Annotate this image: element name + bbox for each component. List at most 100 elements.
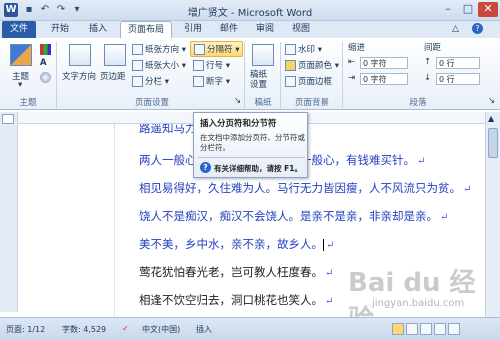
status-mode[interactable]: 插入 [196,324,212,335]
help-icon[interactable]: ? [472,23,483,34]
line-numbers-button[interactable]: 行号 ▾ [193,59,230,71]
status-words[interactable]: 字数: 4,529 [62,324,106,335]
tab-review[interactable]: 审阅 [250,21,280,38]
doc-line-4[interactable]: 饶人不是痴汉，痴汉不会饶人。是亲不是亲，非亲却是亲。 ↵ [139,208,448,224]
watermark-button[interactable]: 水印 ▾ [285,43,322,55]
spacing-after-input[interactable]: 0 行 [436,73,480,85]
group-label-paragraph: 段落 [409,98,427,108]
size-button[interactable]: 纸张大小 ▾ [132,59,186,71]
text-direction-icon [69,44,91,66]
window-title: 增广贤文 - Microsoft Word [187,8,313,19]
status-page[interactable]: 页面: 1/12 [6,324,45,335]
margins-icon [104,44,126,66]
ribbon-tabs: 文件 开始 插入 页面布局 引用 邮件 审阅 视图 △ ? [0,21,500,38]
tooltip-help: 有关详细帮助，请按 F1。 [214,164,302,173]
group-label-page-setup: 页面设置 [134,98,169,108]
columns-icon [132,76,143,87]
group-label-page-background: 页面背景 [294,98,329,108]
theme-effects-icon[interactable] [40,72,51,83]
vertical-ruler[interactable] [0,112,18,312]
draft-settings-button[interactable]: 稿纸设置 [248,42,278,92]
theme-fonts-icon[interactable]: A [40,58,47,68]
theme-colors-icon[interactable] [40,44,51,55]
doc-line-5[interactable]: 美不美，乡中水，亲不亲，故乡人。 ↵ [139,236,334,252]
paragraph-launcher-icon[interactable]: ↘ [488,96,495,106]
tooltip-title: 插入分页符和分节符 [200,119,277,129]
tab-insert[interactable]: 插入 [82,21,114,38]
spacing-before-input[interactable]: 0 行 [436,57,480,69]
indent-right-input[interactable]: 0 字符 [360,73,408,85]
tab-view[interactable]: 视图 [286,21,316,38]
draft-settings-label: 稿纸设置 [250,70,268,90]
tab-mailings[interactable]: 邮件 [214,21,244,38]
minimize-button[interactable]: – [438,2,458,17]
web-layout-view-icon[interactable] [420,323,432,335]
spacing-before-icon: ↑ [424,57,432,67]
page-color-label: 页面颜色 [298,61,333,71]
indent-left-input[interactable]: 0 字符 [360,57,408,69]
tab-page-layout[interactable]: 页面布局 [120,21,172,38]
indent-right-icon: ⇥ [348,73,356,83]
breaks-tooltip: 插入分页符和分节符 在文档中添加分页符、分节符或分栏符。 ? 有关详细帮助，请按… [193,112,308,178]
indent-left-icon: ⇤ [348,57,356,67]
theme-button[interactable]: 主题 ▾ [4,42,38,92]
group-label-theme: 主题 [19,98,37,108]
tab-references[interactable]: 引用 [178,21,208,38]
line-numbers-label: 行号 [206,61,224,71]
status-bar: 页面: 1/12 字数: 4,529 ✓ 中文(中国) 插入 [0,317,500,340]
draft-view-icon[interactable] [448,323,460,335]
outline-view-icon[interactable] [434,323,446,335]
hyphenation-icon [193,76,204,87]
spacing-after-icon: ↓ [424,73,432,83]
doc-line-7[interactable]: 相逢不饮空归去，洞口桃花也笑人。 ↵ [139,292,333,308]
title-bar: W ▪ ↶ ↷ ▾ 增广贤文 - Microsoft Word – □ ✕ [0,0,500,21]
line-numbers-icon [193,60,204,71]
breaks-button[interactable]: 分隔符 ▾ [190,41,244,57]
page-color-icon [285,60,296,71]
hyphenation-button[interactable]: 断字 ▾ [193,75,230,87]
scroll-up-icon[interactable]: ▲ [488,114,494,123]
size-icon [132,60,143,71]
help-icon: ? [200,162,211,173]
tab-selector[interactable] [2,114,14,124]
close-button[interactable]: ✕ [478,2,498,17]
hyphenation-label: 断字 [206,77,224,87]
orientation-label: 纸张方向 [145,45,180,55]
tab-home[interactable]: 开始 [44,21,76,38]
theme-icon [10,44,32,66]
group-label-draft: 稿纸 [254,98,272,108]
text-cursor [323,239,324,251]
tooltip-divider [198,157,305,158]
page-borders-label: 页面边框 [298,77,333,87]
doc-line-3[interactable]: 相见易得好，久住难为人。马行无力皆因瘦，人不风流只为贫。 ↵ [139,180,471,196]
doc-line-6[interactable]: 莺花犹怕春光老，岂可教人枉度春。 ↵ [139,264,333,280]
status-language[interactable]: 中文(中国) [142,324,180,335]
print-layout-view-icon[interactable] [392,323,404,335]
breaks-label: 分隔符 [207,45,233,55]
spacing-label: 间距 [424,43,442,53]
margins-button[interactable]: 页边距 [100,42,130,92]
scroll-thumb[interactable] [488,128,498,158]
full-screen-view-icon[interactable] [406,323,418,335]
orientation-button[interactable]: 纸张方向 ▾ [132,43,186,55]
watermark-label: 水印 [298,45,316,55]
tab-file[interactable]: 文件 [2,21,36,38]
breaks-icon [194,44,205,55]
proofing-icon[interactable]: ✓ [122,324,129,333]
margin-guide [114,124,115,316]
maximize-button[interactable]: □ [458,2,478,17]
text-direction-button[interactable]: 文字方向 [62,42,98,92]
collapse-ribbon-icon[interactable]: △ [452,24,459,34]
columns-label: 分栏 [145,77,163,87]
page-borders-icon [285,76,296,87]
page-borders-button[interactable]: 页面边框 [285,75,332,87]
size-label: 纸张大小 [145,61,180,71]
watermark-icon [285,44,296,55]
columns-button[interactable]: 分栏 ▾ [132,75,169,87]
draft-paper-icon [252,44,274,66]
page-color-button[interactable]: 页面颜色 ▾ [285,59,339,71]
watermark-url: jingyan.baidu.com [372,298,465,309]
page-setup-launcher-icon[interactable]: ↘ [234,96,241,106]
orientation-icon [132,44,143,55]
text-direction-label: 文字方向 [62,72,97,82]
